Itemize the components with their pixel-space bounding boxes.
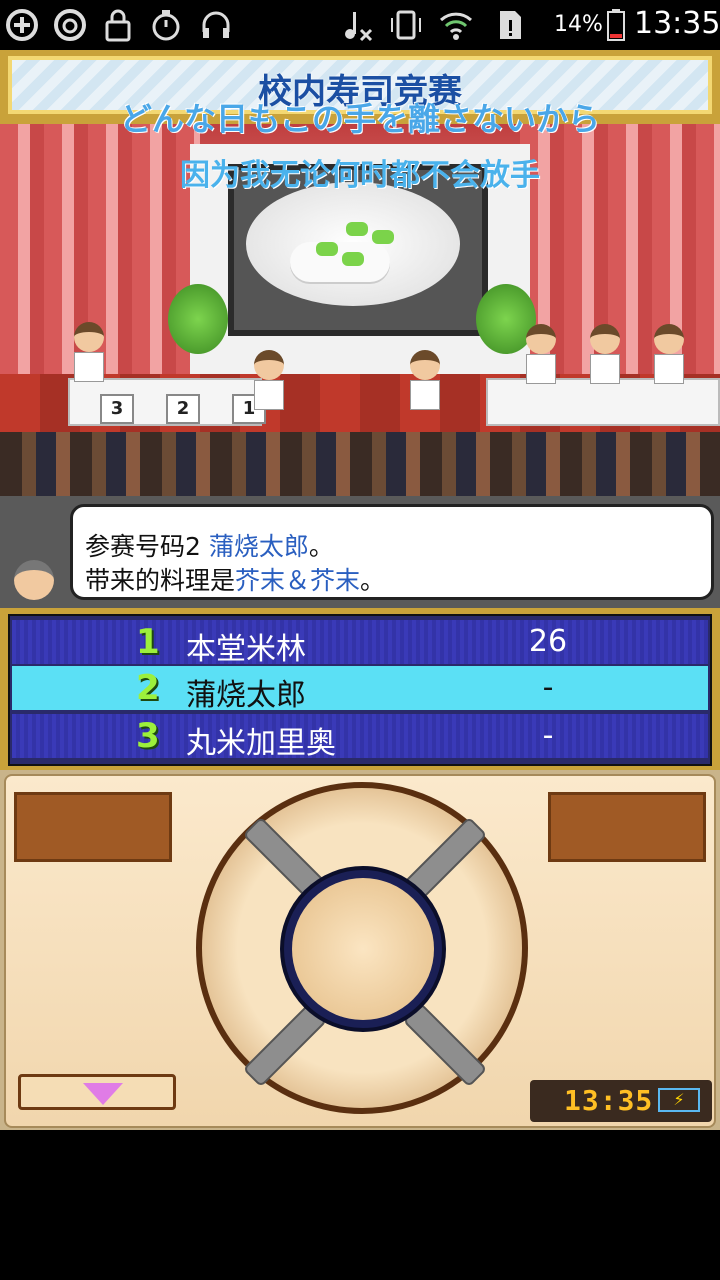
wifi-icon xyxy=(438,8,474,42)
triangle-down-icon xyxy=(83,1083,123,1105)
dish-name: 芥末＆芥末 xyxy=(235,566,361,595)
status-bar: 14% 13:35 xyxy=(0,0,720,50)
game-clock: 13:35 ⚡ xyxy=(530,1080,712,1122)
audience xyxy=(0,432,720,496)
sim-alert-icon xyxy=(492,8,528,42)
judge-character xyxy=(590,324,620,384)
contestant-score: 26 xyxy=(528,624,568,659)
status-time: 13:35 xyxy=(634,6,720,41)
wasabi-topping xyxy=(316,242,338,256)
subtitle-chinese: 因为我无论何时都不会放手 xyxy=(180,158,540,193)
ranking-board: 1 本堂米林 26 2 蒲烧太郎 - 3 丸米加里奥 - xyxy=(0,608,720,770)
ranking-row[interactable]: 3 丸米加里奥 - xyxy=(12,714,708,761)
judge-character xyxy=(526,324,556,384)
ranking-row-selected[interactable]: 2 蒲烧太郎 - xyxy=(12,666,708,713)
rank-number: 1 xyxy=(136,622,160,662)
potted-plant xyxy=(168,284,228,354)
headphones-icon xyxy=(198,8,234,42)
contestant-name: 蒲烧太郎 xyxy=(208,532,309,561)
host-character xyxy=(74,322,104,382)
contestant-name: 丸米加里奥 xyxy=(186,726,336,761)
contestant-name: 蒲烧太郎 xyxy=(186,678,306,713)
contestant-score: - xyxy=(542,670,554,705)
wasabi-topping xyxy=(342,252,364,266)
dialog-box[interactable]: 参赛号码2 蒲烧太郎。 带来的料理是芥末＆芥末。 xyxy=(70,504,714,600)
battery-charging-icon: ⚡ xyxy=(658,1088,700,1112)
left-action-button[interactable] xyxy=(14,792,172,862)
sushi-rice xyxy=(290,242,390,282)
contestant-character xyxy=(410,350,440,410)
vibrate-icon xyxy=(388,8,424,42)
stopwatch-icon xyxy=(148,8,184,42)
judges-table xyxy=(486,378,720,426)
judge-character xyxy=(654,324,684,384)
speaker-avatar xyxy=(14,560,58,608)
podium-number: 2 xyxy=(166,394,200,424)
wasabi-topping xyxy=(346,222,368,236)
rank-number: 2 xyxy=(136,668,160,708)
lock-icon xyxy=(100,8,136,42)
dialog-area: 参赛号码2 蒲烧太郎。 带来的料理是芥末＆芥末。 xyxy=(0,496,720,608)
netease-music-icon xyxy=(52,8,88,42)
dial-center-button[interactable] xyxy=(292,878,434,1020)
battery-percent: 14% xyxy=(554,12,603,37)
ranking-row[interactable]: 1 本堂米林 26 xyxy=(12,620,708,667)
rank-number: 3 xyxy=(136,716,160,756)
music-mute-icon xyxy=(338,8,374,42)
scroll-down-button[interactable] xyxy=(18,1074,176,1110)
right-action-button[interactable] xyxy=(548,792,706,862)
contestant-name: 本堂米林 xyxy=(186,632,306,667)
contestant-character xyxy=(254,350,284,410)
dialog-line-1: 参赛号码2 蒲烧太郎。 xyxy=(85,532,334,561)
subtitle-japanese: どんな日もこの手を離さないから xyxy=(119,100,600,138)
contestant-score: - xyxy=(542,718,554,753)
add-circle-icon xyxy=(4,8,40,42)
battery-icon xyxy=(598,8,634,42)
wasabi-topping xyxy=(372,230,394,244)
podium-number: 3 xyxy=(100,394,134,424)
dialog-line-2: 带来的料理是芥末＆芥末。 xyxy=(85,566,386,595)
clock-time: 13:35 xyxy=(564,1084,654,1117)
